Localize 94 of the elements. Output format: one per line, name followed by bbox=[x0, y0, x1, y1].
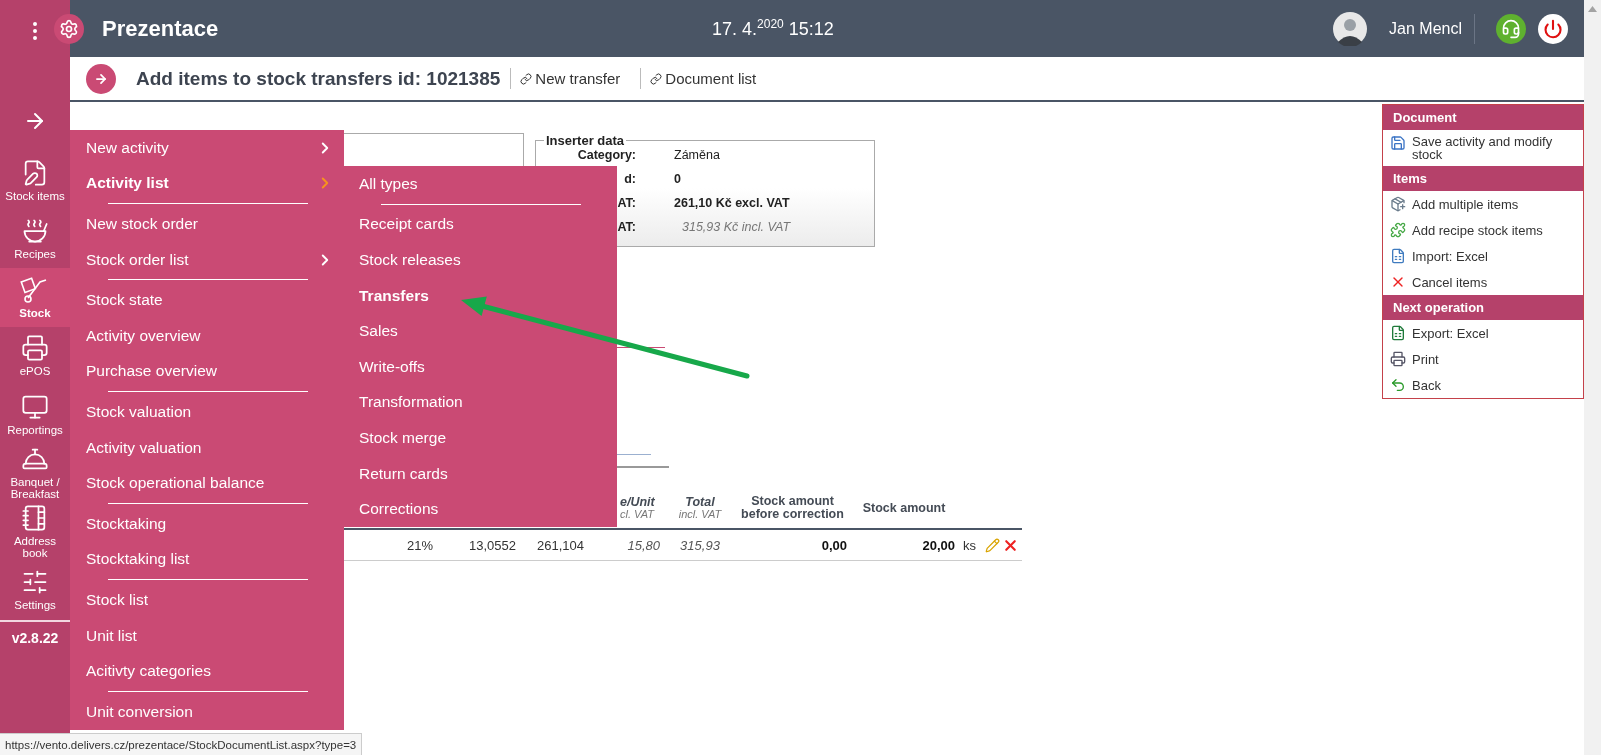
spreadsheet-icon bbox=[1390, 248, 1406, 264]
status-bar: https://vento.delivers.cz/prezentace/StockDocumentList.aspx?type=3 bbox=[0, 733, 363, 755]
gear-icon bbox=[59, 18, 79, 39]
spreadsheet-icon bbox=[1390, 325, 1406, 341]
field-value: 261,10 Kč excl. VAT bbox=[674, 195, 790, 211]
version-label: v2.8.22 bbox=[10, 630, 60, 646]
table-cell-text: 315,93 bbox=[679, 537, 721, 553]
action-link[interactable]: Export: Excel bbox=[1383, 320, 1583, 346]
menu-item[interactable]: Stock releases bbox=[344, 242, 617, 278]
action-link[interactable]: Add recipe stock items bbox=[1383, 217, 1583, 243]
table-cell-text: ks bbox=[962, 537, 977, 553]
menu-item[interactable]: Sales bbox=[344, 313, 617, 349]
sidebar-item[interactable]: Banquet / Breakfast bbox=[0, 443, 70, 502]
menu-item[interactable]: Activity overview bbox=[70, 317, 344, 354]
menu-item[interactable]: New stock order bbox=[70, 206, 344, 242]
table-cell-text: 15,80 bbox=[626, 537, 661, 553]
header-link[interactable]: New transfer bbox=[510, 68, 631, 89]
column-subtitle: cl. VAT bbox=[620, 509, 655, 520]
support-button[interactable] bbox=[1496, 13, 1526, 44]
menu-item[interactable]: Stock operational balance bbox=[70, 465, 344, 506]
section-header: Document bbox=[1383, 105, 1583, 130]
field-label: AT: bbox=[617, 219, 636, 235]
action-link[interactable]: Back bbox=[1383, 372, 1583, 398]
avatar[interactable] bbox=[1333, 11, 1368, 46]
menu-item[interactable]: Return cards bbox=[344, 455, 617, 492]
user-name[interactable]: Jan Mencl bbox=[1389, 19, 1462, 38]
power-icon bbox=[1543, 18, 1563, 39]
menu-item[interactable]: Transfers bbox=[344, 277, 617, 314]
menu-item[interactable]: Corrections bbox=[344, 491, 617, 527]
field-label: Category: bbox=[577, 147, 636, 163]
section-header: Items bbox=[1383, 166, 1583, 191]
arrow-right-icon bbox=[94, 71, 108, 86]
sidebar-item[interactable]: Settings bbox=[0, 560, 70, 619]
column-header: Stock amount before correction bbox=[740, 495, 845, 521]
field-label: d: bbox=[624, 171, 636, 187]
puzzle-icon bbox=[1390, 222, 1406, 238]
menu-item[interactable]: Stock list bbox=[70, 582, 344, 618]
column-header: Total bbox=[685, 496, 715, 509]
column-header: e/Unit bbox=[620, 496, 655, 509]
menu-item[interactable]: Activity valuation bbox=[70, 429, 344, 466]
field-value: 0 bbox=[674, 171, 681, 187]
power-button[interactable] bbox=[1538, 13, 1568, 44]
table-cell-text: 261,104 bbox=[536, 537, 585, 553]
menu-item[interactable]: Write-offs bbox=[344, 348, 617, 385]
link-icon bbox=[650, 72, 663, 85]
menu-item[interactable]: Receipt cards bbox=[344, 206, 617, 243]
sidebar-item[interactable]: Stock items bbox=[0, 151, 70, 210]
headset-icon bbox=[1501, 18, 1521, 39]
field-value: Záměna bbox=[674, 147, 720, 163]
save-icon bbox=[1390, 135, 1406, 151]
printer-icon bbox=[21, 334, 49, 363]
menu-item[interactable]: Stocktaking list bbox=[70, 541, 344, 583]
forward-button[interactable] bbox=[86, 63, 116, 94]
menu-item[interactable]: Stocktaking bbox=[70, 505, 344, 542]
sidebar-item[interactable]: ePOS bbox=[0, 326, 70, 385]
field-value: 315,93 Kč incl. VAT bbox=[681, 219, 791, 235]
action-link[interactable]: Import: Excel bbox=[1383, 243, 1583, 269]
action-link[interactable]: Print bbox=[1383, 346, 1583, 372]
table-cell-text: 13,0552 bbox=[468, 537, 517, 553]
section-header: Next operation bbox=[1383, 295, 1583, 320]
menu-item[interactable]: Activity list bbox=[70, 165, 344, 207]
action-link[interactable]: Cancel items bbox=[1383, 269, 1583, 295]
menu-item[interactable]: Purchase overview bbox=[70, 353, 344, 395]
menu-item[interactable]: Stock order list bbox=[70, 241, 344, 283]
table-cell-text: 21% bbox=[405, 537, 434, 553]
action-link[interactable]: Save activity and modify stock bbox=[1383, 130, 1583, 166]
menu-item[interactable]: Acitivty categories bbox=[70, 653, 344, 694]
column-header: Stock amount bbox=[862, 501, 946, 515]
printer-icon bbox=[1390, 351, 1406, 367]
menu-item[interactable]: Transformation bbox=[344, 384, 617, 421]
back-arrow-icon bbox=[1390, 377, 1406, 393]
package-plus-icon bbox=[1390, 196, 1406, 212]
app-title: Prezentace bbox=[102, 15, 219, 42]
menu-item[interactable]: New activity bbox=[70, 130, 344, 166]
menu-item[interactable]: All types bbox=[344, 166, 617, 207]
column-subtitle: incl. VAT bbox=[678, 509, 722, 520]
menu-item[interactable]: Stock state bbox=[70, 282, 344, 318]
sidebar-item[interactable]: Address book bbox=[0, 502, 70, 561]
page-title: Add items to stock transfers id: 1021385 bbox=[136, 67, 501, 90]
table-cell-text: 20,00 bbox=[921, 537, 956, 553]
sidebar-item[interactable]: Stock bbox=[0, 268, 70, 327]
panel-legend: Inserter data bbox=[544, 133, 627, 148]
menu-item[interactable]: Unit conversion bbox=[70, 693, 344, 730]
sidebar-item[interactable]: Reportings bbox=[0, 385, 70, 444]
header-link[interactable]: Document list bbox=[640, 68, 767, 89]
sidebar-item[interactable]: Recipes bbox=[0, 209, 70, 268]
menu-item[interactable]: Unit list bbox=[70, 617, 344, 654]
field-label: AT: bbox=[617, 195, 636, 211]
link-icon bbox=[520, 72, 533, 85]
action-link[interactable]: Add multiple items bbox=[1383, 191, 1583, 217]
menu-item[interactable]: Stock valuation bbox=[70, 394, 344, 430]
date-time: 17. 4.$^{2020}$ 15:12 bbox=[712, 17, 834, 40]
menu-item[interactable]: Stock merge bbox=[344, 420, 617, 456]
table-cell-text: 0,00 bbox=[820, 537, 848, 553]
